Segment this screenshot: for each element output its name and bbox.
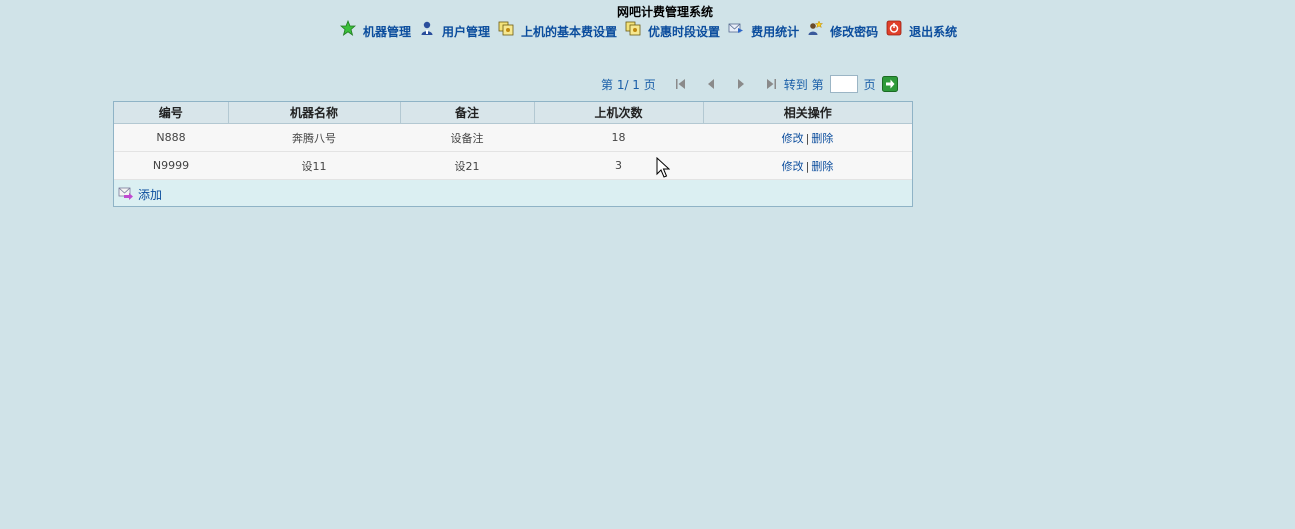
cell-actions: 修改 | 删除 bbox=[703, 151, 912, 180]
machine-table: 编号 机器名称 备注 上机次数 相关操作 N888 奔腾八号 设备注 18 修改… bbox=[113, 101, 913, 207]
nav-item-label: 优惠时段设置 bbox=[648, 24, 721, 39]
add-link[interactable]: 添加 bbox=[138, 186, 162, 203]
prev-page-icon[interactable] bbox=[704, 77, 718, 91]
page-number-input[interactable] bbox=[829, 75, 858, 93]
delete-link[interactable]: 删除 bbox=[811, 160, 833, 173]
mail-arrow-icon bbox=[728, 20, 744, 36]
power-icon bbox=[886, 20, 902, 36]
action-separator: | bbox=[805, 159, 810, 173]
pagination: 第 1/ 1 页 转到 第 页 bbox=[601, 74, 898, 94]
nav-item-label: 用户管理 bbox=[442, 24, 491, 39]
star-icon bbox=[339, 19, 357, 36]
add-mail-icon bbox=[118, 185, 134, 201]
first-page-icon[interactable] bbox=[674, 77, 688, 91]
user-icon bbox=[419, 20, 435, 36]
action-separator: | bbox=[805, 131, 810, 145]
cell-id: N888 bbox=[114, 123, 228, 152]
mouse-cursor-icon bbox=[656, 156, 671, 179]
table-row: N888 奔腾八号 设备注 18 修改 | 删除 bbox=[114, 123, 912, 152]
user-key-icon bbox=[807, 20, 824, 36]
table-row: N9999 设11 设21 3 修改 | 删除 bbox=[114, 151, 912, 180]
cell-count: 3 bbox=[534, 151, 703, 180]
nav-item-label: 费用统计 bbox=[751, 24, 800, 39]
cell-remark: 设21 bbox=[400, 151, 534, 180]
nav-item-user-management[interactable]: 用户管理 bbox=[419, 20, 491, 40]
page: 网吧计费管理系统 机器管理 用户管理 上机的基本费设置 优惠时段设置 费用统计 … bbox=[0, 0, 1295, 529]
cell-name: 设11 bbox=[228, 151, 400, 180]
edit-link[interactable]: 修改 bbox=[782, 132, 804, 145]
nav-item-machine-management[interactable]: 机器管理 bbox=[339, 19, 412, 40]
nav-item-base-fee-settings[interactable]: 上机的基本费设置 bbox=[498, 20, 618, 40]
nav-item-label: 退出系统 bbox=[909, 24, 958, 39]
goto-label: 转到 第 bbox=[783, 77, 824, 92]
nav-item-change-password[interactable]: 修改密码 bbox=[807, 20, 879, 40]
nav-item-label: 上机的基本费设置 bbox=[521, 24, 618, 39]
nav-item-discount-period-settings[interactable]: 优惠时段设置 bbox=[625, 20, 721, 40]
folders-icon bbox=[498, 20, 514, 36]
nav-item-fee-statistics[interactable]: 费用统计 bbox=[728, 23, 799, 40]
column-header-id: 编号 bbox=[114, 102, 229, 124]
delete-link[interactable]: 删除 bbox=[811, 132, 833, 145]
column-header-actions: 相关操作 bbox=[703, 102, 912, 124]
folders-icon bbox=[625, 20, 641, 36]
nav-item-label: 修改密码 bbox=[830, 24, 879, 39]
last-page-icon[interactable] bbox=[764, 77, 778, 91]
column-header-count: 上机次数 bbox=[534, 102, 704, 124]
nav-item-label: 机器管理 bbox=[363, 24, 412, 39]
column-header-name: 机器名称 bbox=[228, 102, 401, 124]
column-header-remark: 备注 bbox=[400, 102, 535, 124]
edit-link[interactable]: 修改 bbox=[782, 160, 804, 173]
cell-actions: 修改 | 删除 bbox=[703, 123, 912, 152]
page-info: 第 1/ 1 页 bbox=[601, 77, 656, 92]
cell-remark: 设备注 bbox=[400, 123, 534, 152]
cell-id: N9999 bbox=[114, 151, 228, 180]
nav-item-exit-system[interactable]: 退出系统 bbox=[886, 20, 958, 40]
table-header-row: 编号 机器名称 备注 上机次数 相关操作 bbox=[114, 102, 912, 124]
go-arrow-icon[interactable] bbox=[881, 76, 898, 92]
page-unit-label: 页 bbox=[863, 77, 876, 92]
cell-count: 18 bbox=[534, 123, 703, 152]
cell-name: 奔腾八号 bbox=[228, 123, 400, 152]
page-title: 网吧计费管理系统 bbox=[616, 5, 713, 19]
top-nav: 机器管理 用户管理 上机的基本费设置 优惠时段设置 费用统计 修改密码 退出系统 bbox=[339, 19, 965, 42]
next-page-icon[interactable] bbox=[734, 77, 748, 91]
table-footer: 添加 bbox=[114, 180, 912, 206]
